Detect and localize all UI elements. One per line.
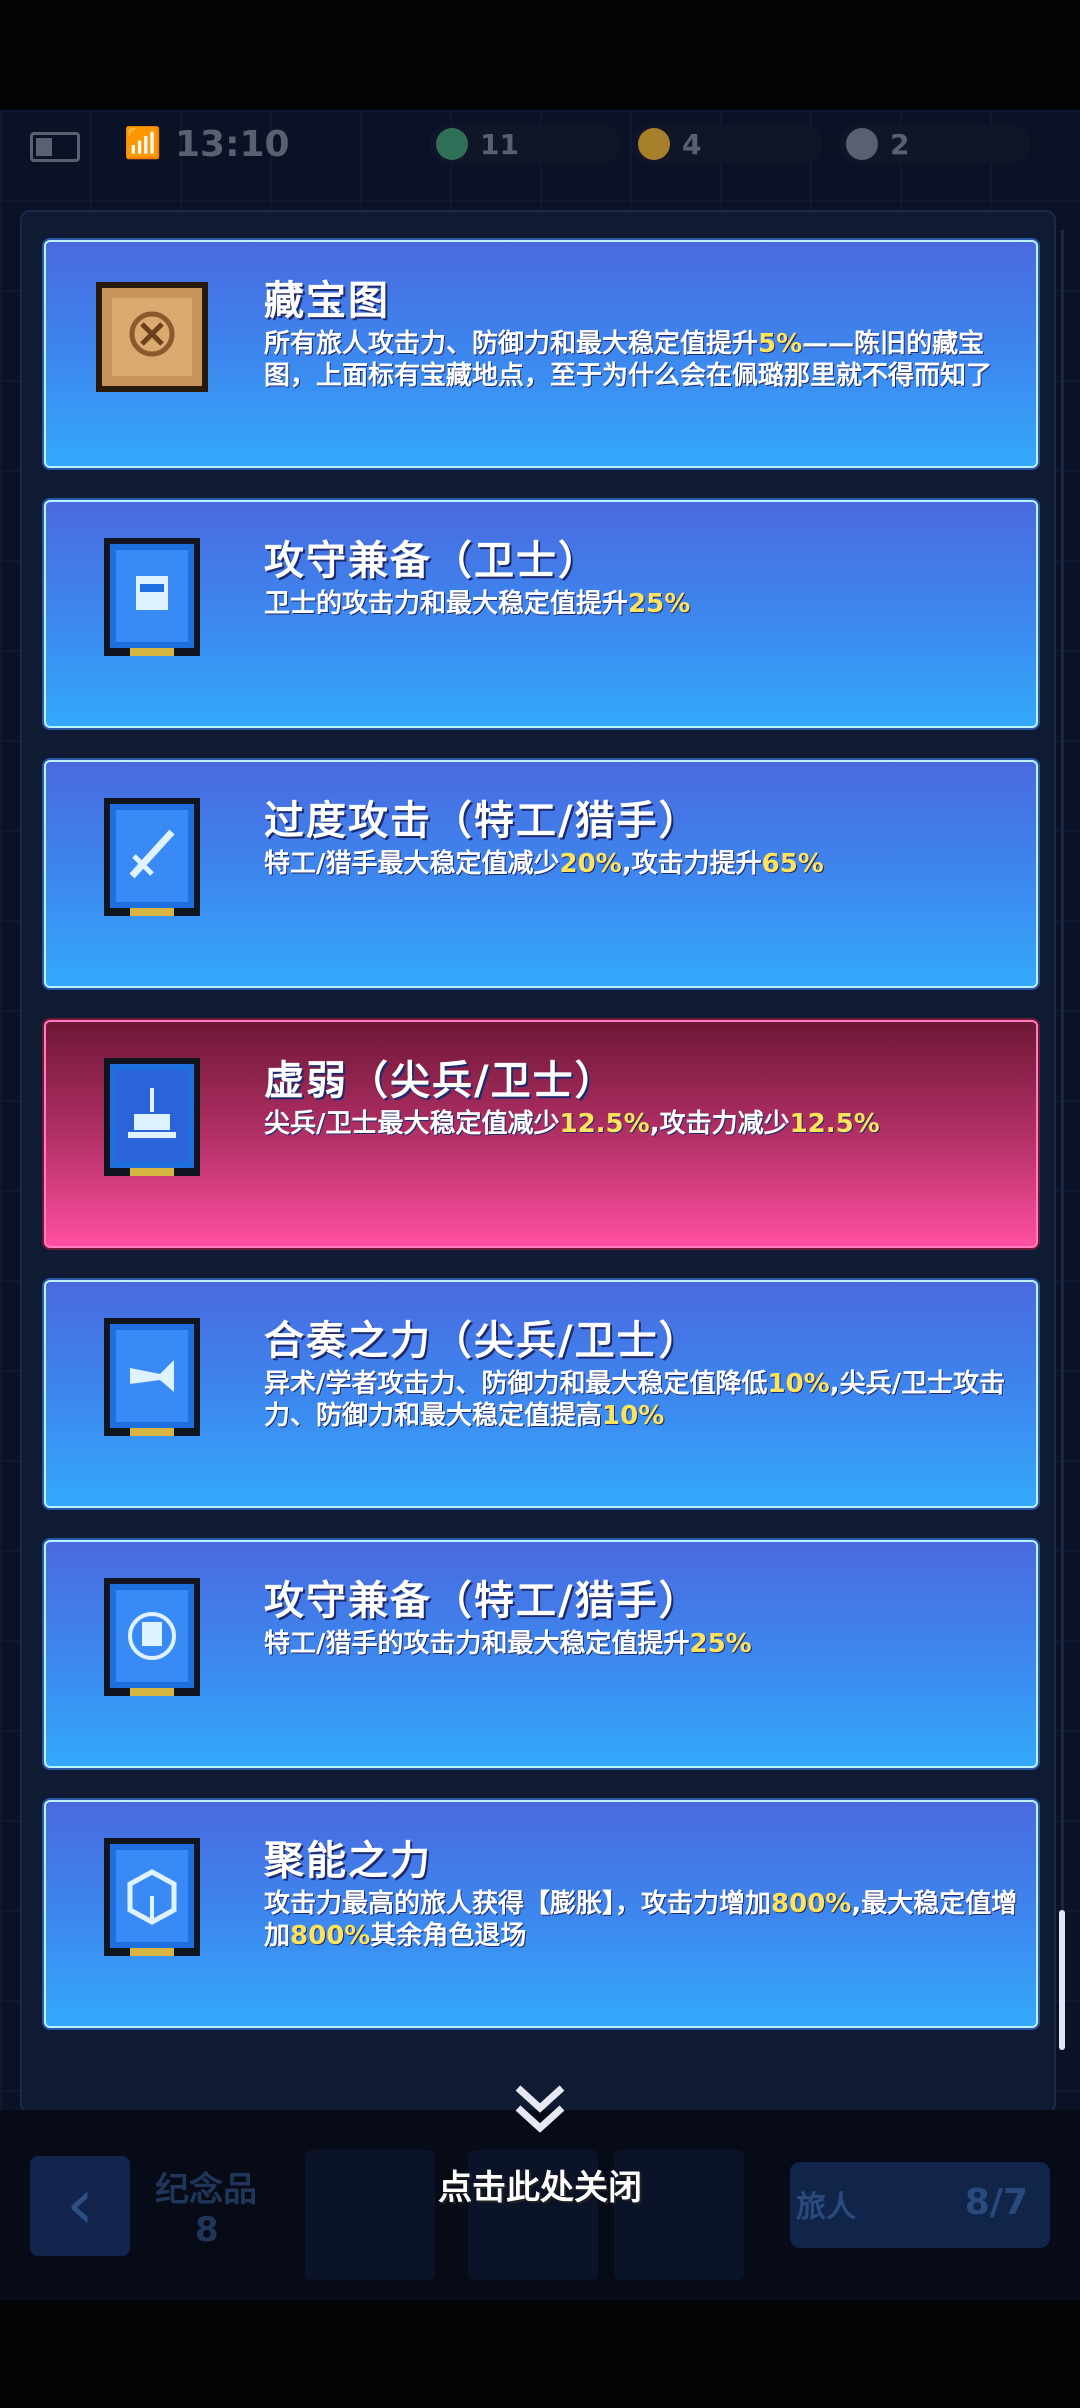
card-title: 过度攻击（特工/猎手）: [264, 798, 701, 844]
treasure-map-icon: [90, 272, 214, 402]
card-title: 藏宝图: [264, 278, 390, 324]
top-black-bar: [0, 0, 1080, 110]
shield-card-icon: [90, 1572, 214, 1702]
gold-coin-icon: [638, 128, 670, 160]
wifi-icon: 📶: [124, 126, 162, 161]
souvenir-card[interactable]: 藏宝图 所有旅人攻击力、防御力和最大稳定值提升5%——陈旧的藏宝图，上面标有宝藏地…: [44, 240, 1038, 468]
close-label: 点击此处关闭: [438, 2168, 642, 2208]
highlight-value: 800%: [290, 1921, 371, 1951]
card-title: 攻守兼备（卫士）: [264, 538, 600, 584]
highlight-value: 25%: [628, 589, 691, 619]
card-title: 聚能之力: [264, 1838, 432, 1884]
card-description: 攻击力最高的旅人获得【膨胀】，攻击力增加800%,最大稳定值增加800%其余角色…: [264, 1888, 1024, 1952]
token-icon: [846, 128, 878, 160]
description-text: 异术/学者攻击力、防御力和最大稳定值降低: [264, 1369, 768, 1399]
description-text: 攻击力最高的旅人获得【膨胀】，攻击力增加: [264, 1889, 772, 1919]
card-description: 卫士的攻击力和最大稳定值提升25%: [264, 588, 1024, 620]
resource-pill-gold: 4: [632, 124, 822, 164]
highlight-value: 10%: [767, 1369, 830, 1399]
helmet-card-icon: [90, 532, 214, 662]
description-text: 其余角色退场: [370, 1921, 527, 1951]
traveler-button[interactable]: 旅人 8/7: [790, 2162, 1050, 2248]
cube-card-icon: [90, 1832, 214, 1962]
description-text: 所有旅人攻击力、防御力和最大稳定值提升: [264, 329, 759, 359]
highlight-value: 20%: [559, 849, 622, 879]
close-button[interactable]: 点击此处关闭: [380, 2070, 700, 2220]
card-description: 特工/猎手的攻击力和最大稳定值提升25%: [264, 1628, 1024, 1660]
card-title: 合奏之力（尖兵/卫士）: [264, 1318, 701, 1364]
gem-icon: [436, 128, 468, 160]
trumpet-card-icon: [90, 1312, 214, 1442]
description-text: ,攻击力减少: [649, 1109, 790, 1139]
chevron-down-icon: [515, 2085, 565, 2133]
card-description: 异术/学者攻击力、防御力和最大稳定值降低10%,尖兵/卫士攻击力、防御力和最大稳…: [264, 1368, 1024, 1432]
resource-pill-gems: 11: [430, 124, 620, 164]
highlight-value: 25%: [689, 1629, 752, 1659]
souvenir-card[interactable]: 聚能之力 攻击力最高的旅人获得【膨胀】，攻击力增加800%,最大稳定值增加800%…: [44, 1800, 1038, 2028]
scrollbar-track[interactable]: [1061, 230, 1064, 2050]
souvenir-card[interactable]: 合奏之力（尖兵/卫士） 异术/学者攻击力、防御力和最大稳定值降低10%,尖兵/卫士…: [44, 1280, 1038, 1508]
card-description: 特工/猎手最大稳定值减少20%,攻击力提升65%: [264, 848, 1024, 880]
back-button[interactable]: ‹: [30, 2156, 130, 2256]
highlight-value: 12.5%: [559, 1109, 650, 1139]
card-title: 虚弱（尖兵/卫士）: [264, 1058, 617, 1104]
description-text: ,攻击力提升: [621, 849, 762, 879]
scrollbar-thumb[interactable]: [1059, 1910, 1065, 2050]
highlight-value: 5%: [758, 329, 803, 359]
souvenir-card[interactable]: 攻守兼备（卫士） 卫士的攻击力和最大稳定值提升25%: [44, 500, 1038, 728]
description-text: 特工/猎手最大稳定值减少: [264, 849, 560, 879]
battery-icon: [30, 132, 80, 162]
souvenir-label: 纪念品: [155, 2170, 257, 2210]
highlight-value: 800%: [771, 1889, 852, 1919]
souvenir-count: 8: [195, 2210, 219, 2250]
description-text: 尖兵/卫士最大稳定值减少: [264, 1109, 560, 1139]
status-bar: 📶 13:10 11 4 2: [0, 110, 1080, 180]
bottom-black-bar: [0, 2300, 1080, 2408]
clock: 13:10: [175, 124, 290, 165]
resource-pill-token: 2: [840, 124, 1030, 164]
sword-card-icon: [90, 792, 214, 922]
description-text: 特工/猎手的攻击力和最大稳定值提升: [264, 1629, 690, 1659]
highlight-value: 10%: [602, 1401, 665, 1431]
description-text: 卫士的攻击力和最大稳定值提升: [264, 589, 629, 619]
souvenir-card[interactable]: 攻守兼备（特工/猎手） 特工/猎手的攻击力和最大稳定值提升25%: [44, 1540, 1038, 1768]
souvenir-card[interactable]: 虚弱（尖兵/卫士） 尖兵/卫士最大稳定值减少12.5%,攻击力减少12.5%: [44, 1020, 1038, 1248]
card-description: 所有旅人攻击力、防御力和最大稳定值提升5%——陈旧的藏宝图，上面标有宝藏地点，至…: [264, 328, 1024, 392]
card-title: 攻守兼备（特工/猎手）: [264, 1578, 701, 1624]
highlight-value: 12.5%: [789, 1109, 880, 1139]
highlight-value: 65%: [761, 849, 824, 879]
card-description: 尖兵/卫士最大稳定值减少12.5%,攻击力减少12.5%: [264, 1108, 1024, 1140]
souvenir-card[interactable]: 过度攻击（特工/猎手） 特工/猎手最大稳定值减少20%,攻击力提升65%: [44, 760, 1038, 988]
tower-card-icon: [90, 1052, 214, 1182]
